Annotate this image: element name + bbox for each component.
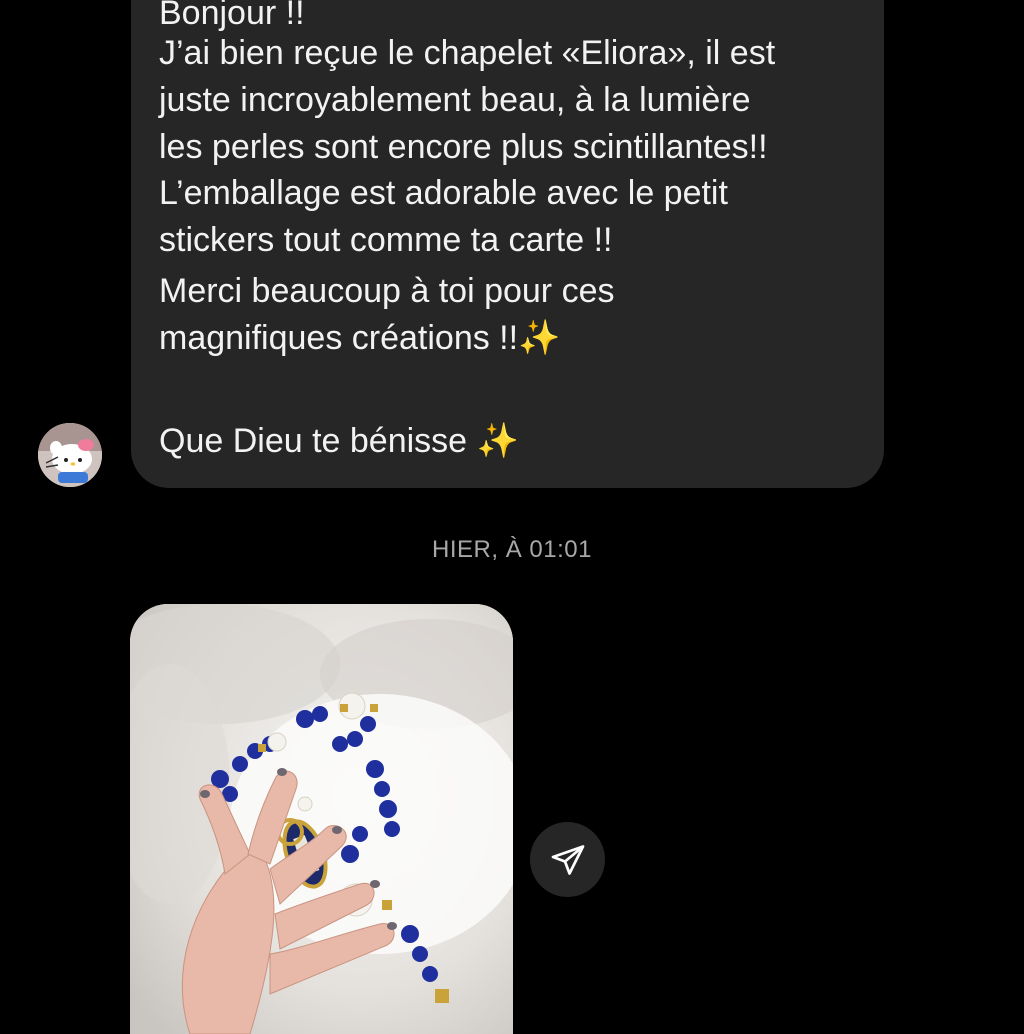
message-line: L’emballage est adorable avec le petit bbox=[159, 174, 728, 212]
timestamp-separator: HIER, À 01:01 bbox=[432, 536, 592, 563]
rosary-photo bbox=[130, 604, 513, 1034]
message-bubble[interactable]: Bonjour !! J’ai bien reçue le chapelet «… bbox=[131, 0, 884, 488]
share-button[interactable] bbox=[530, 822, 605, 897]
message-line: stickers tout comme ta carte !! bbox=[159, 221, 613, 259]
sender-avatar[interactable] bbox=[38, 423, 102, 487]
hello-kitty-avatar-icon bbox=[38, 423, 102, 487]
message-line: Que Dieu te bénisse ✨ bbox=[159, 422, 519, 460]
message-line: les perles sont encore plus scintillante… bbox=[159, 128, 768, 166]
paper-plane-icon bbox=[551, 844, 584, 875]
message-line: juste incroyablement beau, à la lumière bbox=[159, 81, 751, 119]
photo-message[interactable] bbox=[130, 604, 513, 1034]
message-line: Merci beaucoup à toi pour ces bbox=[159, 272, 615, 310]
message-line: J’ai bien reçue le chapelet «Eliora», il… bbox=[159, 34, 776, 72]
message-line: magnifiques créations !!✨ bbox=[159, 319, 561, 357]
